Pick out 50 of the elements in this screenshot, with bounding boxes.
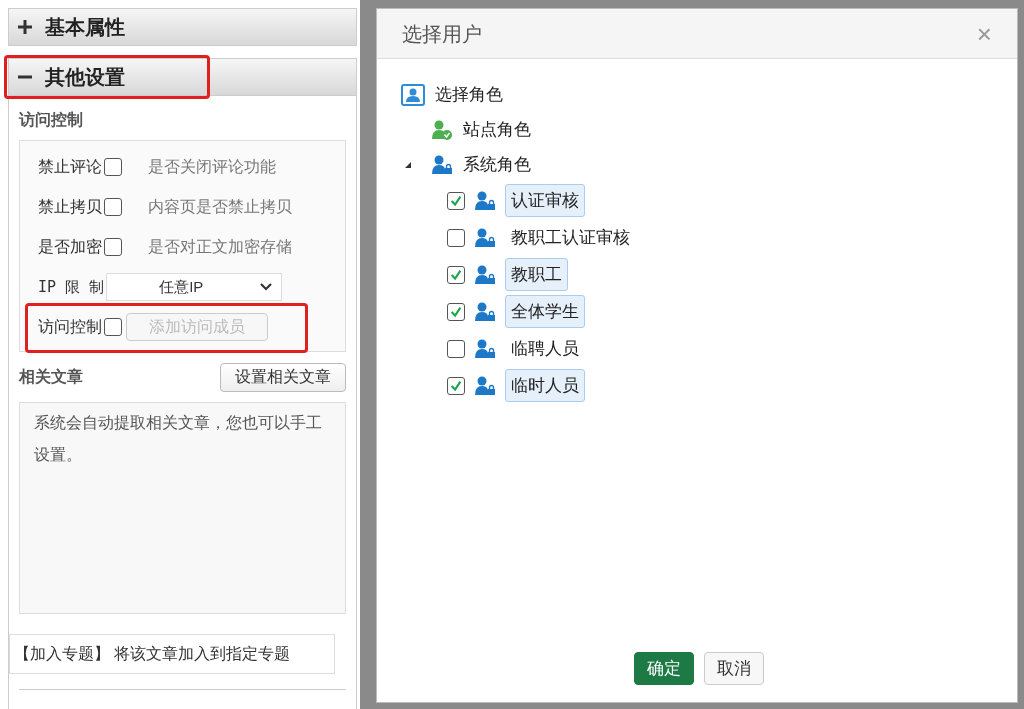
checkbox[interactable] — [447, 191, 465, 210]
topic-link[interactable]: 【加入专题】 将该文章加入到指定专题 — [9, 634, 335, 674]
option-hint: 是否对正文加密存储 — [148, 237, 292, 257]
ip-select[interactable]: 任意IP — [106, 273, 283, 301]
section-title: 其他设置 — [45, 65, 125, 90]
tree-item[interactable]: 站点角色 — [463, 116, 531, 143]
user-lock-icon — [474, 189, 496, 212]
tree-item[interactable]: 临聘人员 — [505, 332, 585, 365]
option-label: IP 限 制 — [38, 276, 105, 298]
option-label: 访问控制 — [38, 317, 102, 337]
group-title: 相关文章 — [19, 367, 83, 387]
user-lock-icon — [431, 153, 453, 176]
tree-item[interactable]: 教职工 — [505, 258, 568, 291]
user-card-icon — [401, 83, 425, 106]
option-label: 禁止拷贝 — [38, 197, 102, 217]
option-hint: 是否关闭评论功能 — [148, 157, 276, 177]
tree-item[interactable]: 全体学生 — [505, 295, 585, 328]
section-title: 基本属性 — [45, 15, 125, 40]
tree-item[interactable]: 临时人员 — [505, 369, 585, 402]
checkbox[interactable] — [447, 302, 465, 321]
checkbox[interactable] — [104, 158, 122, 176]
select-value: 任意IP — [159, 276, 205, 297]
related-articles-field[interactable]: 系统会自动提取相关文章，您也可以手工设置。 — [19, 402, 346, 614]
checkbox[interactable] — [104, 198, 122, 216]
section-header[interactable]: 基本属性 — [8, 8, 357, 46]
user-lock-icon — [474, 300, 496, 323]
chevron-down-icon — [259, 282, 274, 292]
tree-item[interactable]: 系统角色 — [463, 151, 531, 178]
user-check-icon — [431, 118, 453, 141]
group-title: 访问控制 — [19, 110, 84, 130]
checkbox[interactable] — [447, 376, 465, 395]
confirm-button[interactable]: 确定 — [634, 652, 694, 685]
set-related-button[interactable]: 设置相关文章 — [220, 362, 346, 392]
expanded-arrow-icon[interactable] — [404, 160, 412, 169]
checkbox[interactable] — [447, 339, 465, 358]
option-label: 是否加密 — [38, 237, 102, 257]
user-lock-icon — [474, 226, 496, 249]
checkbox[interactable] — [447, 265, 465, 284]
user-lock-icon — [474, 374, 496, 397]
user-lock-icon — [474, 263, 496, 286]
checkbox[interactable] — [447, 228, 465, 247]
option-label: 禁止评论 — [38, 157, 102, 177]
tree-item[interactable]: 认证审核 — [505, 184, 585, 217]
dialog-title: 选择用户 — [402, 21, 482, 47]
cancel-button[interactable]: 取消 — [704, 652, 764, 685]
tree-item[interactable]: 教职工认证审核 — [505, 221, 636, 254]
checkbox[interactable] — [104, 238, 122, 256]
option-hint: 内容页是否禁止拷贝 — [148, 197, 292, 217]
user-lock-icon — [474, 337, 496, 360]
tree-item[interactable]: 选择角色 — [435, 81, 503, 108]
